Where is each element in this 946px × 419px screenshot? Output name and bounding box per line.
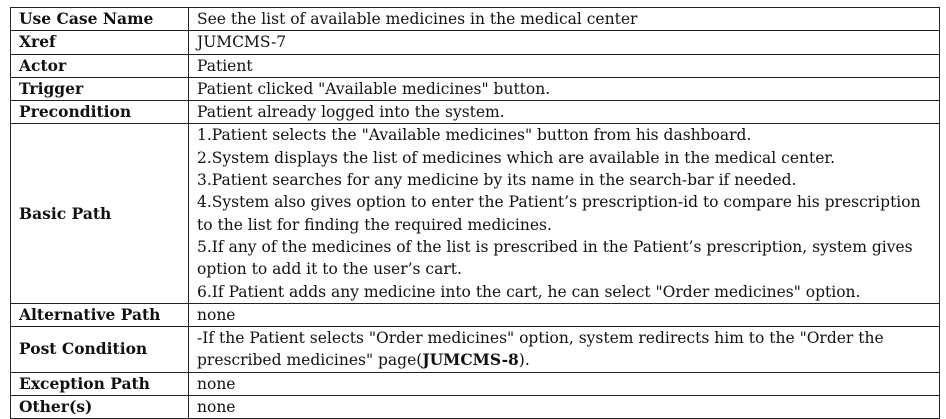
- precondition-label: Precondition: [10, 100, 189, 125]
- use-case-name-label: Use Case Name: [10, 6, 189, 32]
- basic-path-step: 2.System displays the list of medicines …: [197, 148, 836, 167]
- trigger-label: Trigger: [10, 76, 189, 102]
- basic-path-step: 3.Patient searches for any medicine by i…: [197, 171, 797, 190]
- row-others: Other(s) none: [10, 395, 940, 419]
- basic-path-step: 1.Patient selects the "Available medicin…: [197, 126, 752, 145]
- xref-value: JUMCMS-7: [188, 30, 940, 55]
- post-condition-suffix: ).: [518, 351, 530, 370]
- post-condition-text: -If the Patient selects "Order medicines…: [197, 329, 884, 370]
- row-post-condition: Post Condition -If the Patient selects "…: [10, 326, 940, 373]
- exception-path-label: Exception Path: [10, 371, 189, 397]
- use-case-name-value: See the list of available medicines in t…: [188, 6, 940, 32]
- basic-path-step: 4.System also gives option to enter the …: [197, 193, 921, 234]
- basic-path-step: 6.If Patient adds any medicine into the …: [197, 282, 861, 301]
- basic-path-label: Basic Path: [10, 123, 189, 304]
- row-use-case-name: Use Case Name See the list of available …: [10, 6, 940, 32]
- row-actor: Actor Patient: [10, 53, 940, 78]
- use-case-table: Use Case Name See the list of available …: [10, 6, 940, 419]
- row-alternative-path: Alternative Path none: [10, 302, 940, 328]
- others-label: Other(s): [10, 395, 189, 419]
- others-value: none: [188, 395, 940, 419]
- row-xref: Xref JUMCMS-7: [10, 30, 940, 55]
- post-condition-label: Post Condition: [10, 326, 189, 373]
- row-precondition: Precondition Patient already logged into…: [10, 100, 940, 125]
- exception-path-value: none: [188, 371, 940, 397]
- xref-label: Xref: [10, 30, 189, 55]
- post-condition-value: -If the Patient selects "Order medicines…: [188, 326, 940, 373]
- alternative-path-label: Alternative Path: [10, 302, 189, 328]
- row-trigger: Trigger Patient clicked "Available medic…: [10, 76, 940, 102]
- row-basic-path: Basic Path 1.Patient selects the "Availa…: [10, 123, 940, 304]
- post-condition-xref: JUMCMS-8: [422, 350, 519, 370]
- row-exception-path: Exception Path none: [10, 371, 940, 397]
- basic-path-step: 5.If any of the medicines of the list is…: [197, 237, 913, 279]
- trigger-value: Patient clicked "Available medicines" bu…: [188, 76, 940, 102]
- actor-label: Actor: [10, 53, 189, 78]
- basic-path-steps: 1.Patient selects the "Available medicin…: [188, 123, 940, 304]
- precondition-value: Patient already logged into the system.: [188, 100, 940, 125]
- actor-value: Patient: [188, 53, 940, 78]
- alternative-path-value: none: [188, 302, 940, 328]
